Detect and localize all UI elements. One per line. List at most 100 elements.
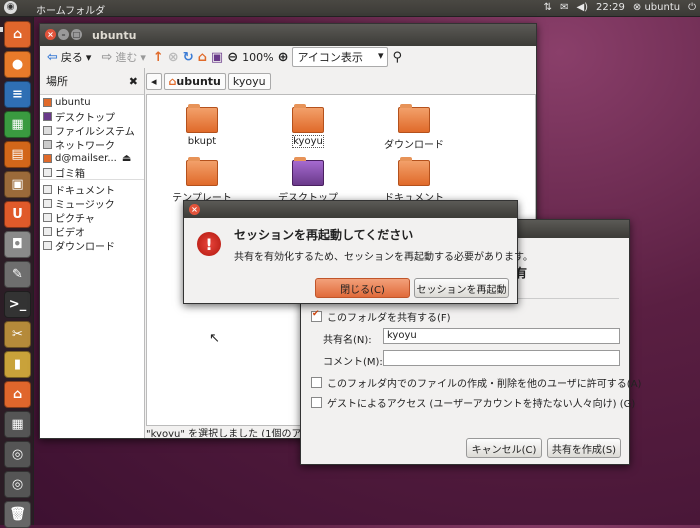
videos-icon <box>43 226 52 236</box>
terminal-icon[interactable]: >_ <box>4 291 31 318</box>
download-folder-icon <box>398 104 430 133</box>
sidebar-item-desktop[interactable]: デスクトップ <box>40 109 144 124</box>
home-icon[interactable]: ⌂ <box>198 50 207 65</box>
ubuntu-one-icon[interactable]: U <box>4 201 31 228</box>
create-share-button[interactable]: 共有を作成(S) <box>547 438 621 458</box>
sidebar-header: 場所 ✖ <box>46 74 138 89</box>
power-icon[interactable]: ⏻ <box>688 2 696 13</box>
comment-field[interactable] <box>383 350 620 366</box>
chevron-down-icon: ▾ <box>140 50 146 64</box>
allow-others-checkbox-row[interactable]: このフォルダ内でのファイルの作成・削除を他のユーザに許可する(A) <box>311 375 641 390</box>
firefox-icon[interactable]: ● <box>4 51 31 78</box>
search-icon[interactable]: ◎ <box>4 441 31 468</box>
volume-icon[interactable]: ◀) <box>576 2 588 13</box>
file-item[interactable]: テンプレート <box>162 157 242 204</box>
restart-session-button[interactable]: セッションを再起動 <box>414 278 509 298</box>
zoom-in-icon[interactable]: ⊕ <box>278 50 289 65</box>
cancel-button[interactable]: キャンセル(C) <box>466 438 542 458</box>
guest-access-checkbox-row[interactable]: ゲストによるアクセス (ユーザーアカウントを持たない人々向け) (G) <box>311 395 635 410</box>
launcher: ⌂ ● ≡ ▦ ▤ ▣ U ◘ ✎ >_ ✂ ▮ ⌂ ▦ ◎ ◎ 🗑 <box>0 17 34 528</box>
zoom-icon[interactable]: ◎ <box>4 471 31 498</box>
active-window-title: ホームフォルダ <box>36 6 106 17</box>
places-list: ubuntu デスクトップ ファイルシステム ネットワーク d@mailser.… <box>40 94 144 438</box>
sidebar-item-remote[interactable]: d@mailser... ⏏ <box>40 151 144 165</box>
sidebar-item-documents[interactable]: ドキュメント <box>40 182 144 197</box>
path-crumb-home[interactable]: ⌂ubuntu <box>163 72 226 90</box>
tools-icon[interactable]: ✂ <box>4 321 31 348</box>
trash-icon[interactable]: 🗑 <box>4 501 31 528</box>
comment-label: コメント(M): <box>323 357 383 368</box>
gedit-icon[interactable]: ✎ <box>4 261 31 288</box>
computer-icon[interactable]: ▣ <box>211 50 223 65</box>
file-item[interactable]: bkupt <box>162 104 242 147</box>
documents-icon <box>43 184 52 194</box>
close-sidebar-icon[interactable]: ✖ <box>129 75 138 88</box>
forward-arrow-icon: ⇨ <box>101 49 113 65</box>
sidebar-item-pictures[interactable]: ピクチャ <box>40 210 144 225</box>
file-item[interactable]: ドキュメント <box>374 157 454 204</box>
sidebar-item-filesystem[interactable]: ファイルシステム <box>40 123 144 138</box>
home-icon <box>43 97 52 107</box>
alert-message: 共有を有効化するため、セッションを再起動する必要があります。 <box>234 252 533 263</box>
pictures-icon <box>43 212 52 222</box>
share-folder-checkbox-row[interactable]: このフォルダを共有する(F) <box>311 309 451 324</box>
folder-icon <box>186 104 218 133</box>
colors-icon[interactable]: ▮ <box>4 351 31 378</box>
desktop-icon <box>43 111 52 121</box>
sidebar-item-videos[interactable]: ビデオ <box>40 224 144 239</box>
top-panel: ◉ ホームフォルダ ⇅ ✉ ◀) 22:29 ⊗ ubuntu ⏻ <box>0 0 700 17</box>
ubuntu-logo-icon[interactable]: ◉ <box>4 1 17 14</box>
file-item-selected[interactable]: kyoyu <box>268 104 348 148</box>
path-back-icon[interactable]: ◂ <box>146 72 162 90</box>
calc-icon[interactable]: ▦ <box>4 111 31 138</box>
folder-share-icon[interactable]: ⌂ <box>4 381 31 408</box>
zoom-out-icon[interactable]: ⊖ <box>227 50 238 65</box>
search-icon[interactable]: ⚲ <box>392 50 402 65</box>
sidebar-item-home[interactable]: ubuntu <box>40 95 144 109</box>
stop-icon[interactable]: ⊗ <box>168 50 179 65</box>
workspaces-icon[interactable]: ▦ <box>4 411 31 438</box>
chevron-down-icon: ▾ <box>85 50 92 64</box>
sidebar-item-trash[interactable]: ゴミ箱 <box>40 165 144 180</box>
view-mode-select[interactable]: アイコン表示 ▾ <box>292 47 389 67</box>
path-crumb-kyoyu[interactable]: kyoyu <box>227 72 271 90</box>
music-icon <box>43 198 52 208</box>
software-center-icon[interactable]: ▣ <box>4 171 31 198</box>
share-name-label: 共有名(N): <box>323 335 372 346</box>
sidebar-item-network[interactable]: ネットワーク <box>40 137 144 152</box>
close-button[interactable]: 閉じる(C) <box>315 278 410 298</box>
share-name-field[interactable]: kyoyu <box>383 328 620 344</box>
guest-access-checkbox[interactable] <box>311 397 322 408</box>
user-menu[interactable]: ⊗ ubuntu <box>633 2 680 13</box>
network-icon[interactable]: ⇅ <box>544 2 552 13</box>
sidebar-item-music[interactable]: ミュージック <box>40 196 144 211</box>
documents-folder-icon <box>398 157 430 186</box>
allow-others-checkbox[interactable] <box>311 377 322 388</box>
close-icon[interactable]: × <box>189 204 200 215</box>
file-manager-titlebar[interactable]: × – □ ubuntu <box>40 24 536 46</box>
mail-icon[interactable]: ✉ <box>560 2 568 13</box>
back-button[interactable]: ⇦ 戻る ▾ <box>44 48 94 66</box>
shared-folder-icon <box>292 104 324 133</box>
clock[interactable]: 22:29 <box>596 2 625 13</box>
file-item[interactable]: デスクトップ <box>268 157 348 204</box>
eject-icon[interactable]: ⏏ <box>122 153 131 164</box>
forward-button[interactable]: ⇨ 進む ▾ <box>98 48 148 66</box>
maximize-icon[interactable]: □ <box>71 29 82 40</box>
sidebar: 場所 ✖ ubuntu デスクトップ ファイルシステム ネットワーク d@mai… <box>40 68 145 438</box>
reload-icon[interactable]: ↻ <box>183 50 194 65</box>
home-folder-icon[interactable]: ⌂ <box>4 21 31 48</box>
downloads-icon <box>43 240 52 250</box>
sidebar-item-downloads[interactable]: ダウンロード <box>40 238 144 253</box>
close-icon[interactable]: × <box>45 29 56 40</box>
alert-titlebar[interactable]: × <box>184 201 517 218</box>
impress-icon[interactable]: ▤ <box>4 141 31 168</box>
running-indicator <box>0 27 3 32</box>
drive-icon <box>43 125 52 135</box>
shotwell-icon[interactable]: ◘ <box>4 231 31 258</box>
share-folder-checkbox[interactable] <box>311 309 322 322</box>
writer-icon[interactable]: ≡ <box>4 81 31 108</box>
up-arrow-icon[interactable]: ↑ <box>153 50 164 65</box>
file-item[interactable]: ダウンロード <box>374 104 454 151</box>
minimize-icon[interactable]: – <box>58 29 69 40</box>
